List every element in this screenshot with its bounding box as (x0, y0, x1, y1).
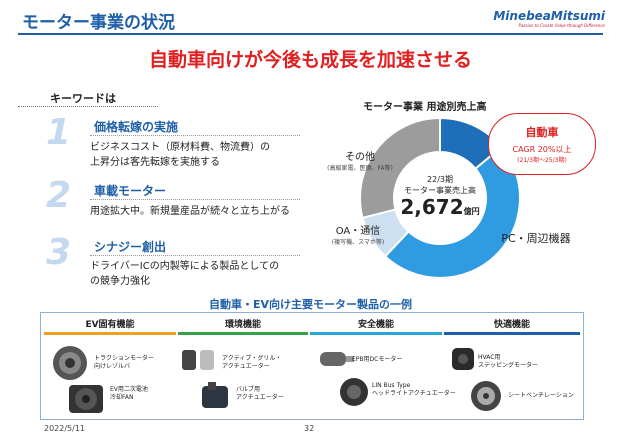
callout-automotive: 自動車 CAGR 20%以上 (21/3期～25/3期) (488, 113, 596, 175)
keyword-body-1-line-1: ビジネスコスト（原材料費、物流費）の (90, 142, 270, 153)
valve-actuator-icon (202, 382, 228, 408)
seat-ventilation-icon (471, 381, 501, 411)
brand-logo: MinebeaMitsumi (493, 9, 605, 23)
products-title: 自動車・EV向け主要モーター製品の一例 (208, 298, 413, 311)
page-title: モーター事業の状況 (22, 13, 175, 33)
grille-actuator-icon (182, 350, 214, 370)
keywords-label: キーワードは (50, 92, 116, 105)
center-value-wrap: 2,672億円 (390, 196, 490, 223)
category-environment: 環境機能 (178, 318, 308, 335)
slice-label-oa: OA・通信 (複写機、スマホ等) (318, 222, 398, 246)
keyword-divider-3 (90, 255, 300, 256)
keyword-body-1-line-2: 上昇分は客先転嫁を実施する (90, 157, 220, 168)
slice-label-oa-sub: (複写機、スマホ等) (331, 239, 385, 246)
keyword-title-2: 車載モーター (94, 184, 167, 198)
center-unit: 億円 (463, 207, 480, 216)
resolver-icon (53, 346, 87, 380)
keyword-divider-2 (90, 199, 300, 200)
slice-label-other-text: その他 (345, 152, 375, 163)
headline: 自動車向けが今後も成長を加速させる (148, 49, 472, 71)
keyword-number-2: 2 (46, 175, 72, 216)
keyword-title-3: シナジー創出 (94, 240, 167, 254)
header-divider (18, 33, 603, 35)
center-value: 2,672 (400, 195, 464, 219)
headlight-actuator-icon (340, 378, 368, 406)
product-label-resolver: トラクションモーター 向けレゾルバ (94, 355, 155, 370)
keyword-body-3-line-2: の競争力強化 (90, 276, 150, 287)
product-label-grille: アクティブ・グリル・ アクチュエーター (222, 355, 282, 370)
product-label-fan: EV用二次電池 冷却FAN (110, 386, 148, 401)
brand-tagline: Passion to Create Value through Differen… (518, 23, 605, 28)
center-period: 22/3期 (427, 175, 453, 184)
keyword-body-3: ドライバーICの内製等による製品としての の競争力強化 (90, 259, 279, 289)
keyword-number-3: 3 (46, 232, 72, 273)
keywords-underline (18, 106, 158, 107)
callout-note: (21/3期～25/3期) (517, 157, 567, 164)
keyword-body-1: ビジネスコスト（原材料費、物流費）の 上昇分は客先転嫁を実施する (90, 140, 270, 170)
product-label-hvac: HVAC用 ステッピングモーター (478, 354, 539, 369)
category-comfort: 快適機能 (444, 318, 580, 335)
category-ev: EV固有機能 (44, 318, 176, 335)
page-number: 32 (304, 424, 315, 433)
product-label-valve: バルブ用 アクチュエーター (236, 386, 284, 401)
product-label-epb: EPB用DCモーター (352, 356, 403, 363)
cooling-fan-icon (69, 385, 103, 413)
chart-center: 22/3期 モーター事業売上高 2,672億円 (390, 174, 490, 223)
keyword-title-1: 価格転嫁の実施 (94, 120, 179, 134)
keyword-body-2-line-1: 用途拡大中。新規量産品が続々と立ち上がる (90, 206, 290, 217)
product-label-lin: LIN Bus Type ヘッドライトアクチュエーター (372, 382, 456, 397)
product-label-seat: シートベンチレーション (508, 392, 574, 399)
keyword-number-1: 1 (46, 112, 72, 153)
hvac-motor-icon (452, 348, 474, 370)
callout-title: 自動車 (525, 126, 559, 139)
keyword-divider-1 (90, 135, 300, 136)
callout-sub: CAGR 20%以上 (512, 145, 572, 154)
slice-label-other-sub: (高級家電、医療、FA等) (327, 165, 393, 172)
slice-label-other: その他 (高級家電、医療、FA等) (320, 148, 400, 172)
footer-date: 2022/5/11 (44, 424, 86, 433)
category-safety: 安全機能 (310, 318, 442, 335)
keyword-body-3-line-1: ドライバーICの内製等による製品としての (90, 261, 280, 272)
slice-label-pc: PC・周辺機器 (501, 232, 571, 245)
epb-motor-icon (320, 352, 354, 366)
slice-label-oa-text: OA・通信 (335, 226, 381, 237)
keyword-body-2: 用途拡大中。新規量産品が続々と立ち上がる (90, 204, 290, 219)
